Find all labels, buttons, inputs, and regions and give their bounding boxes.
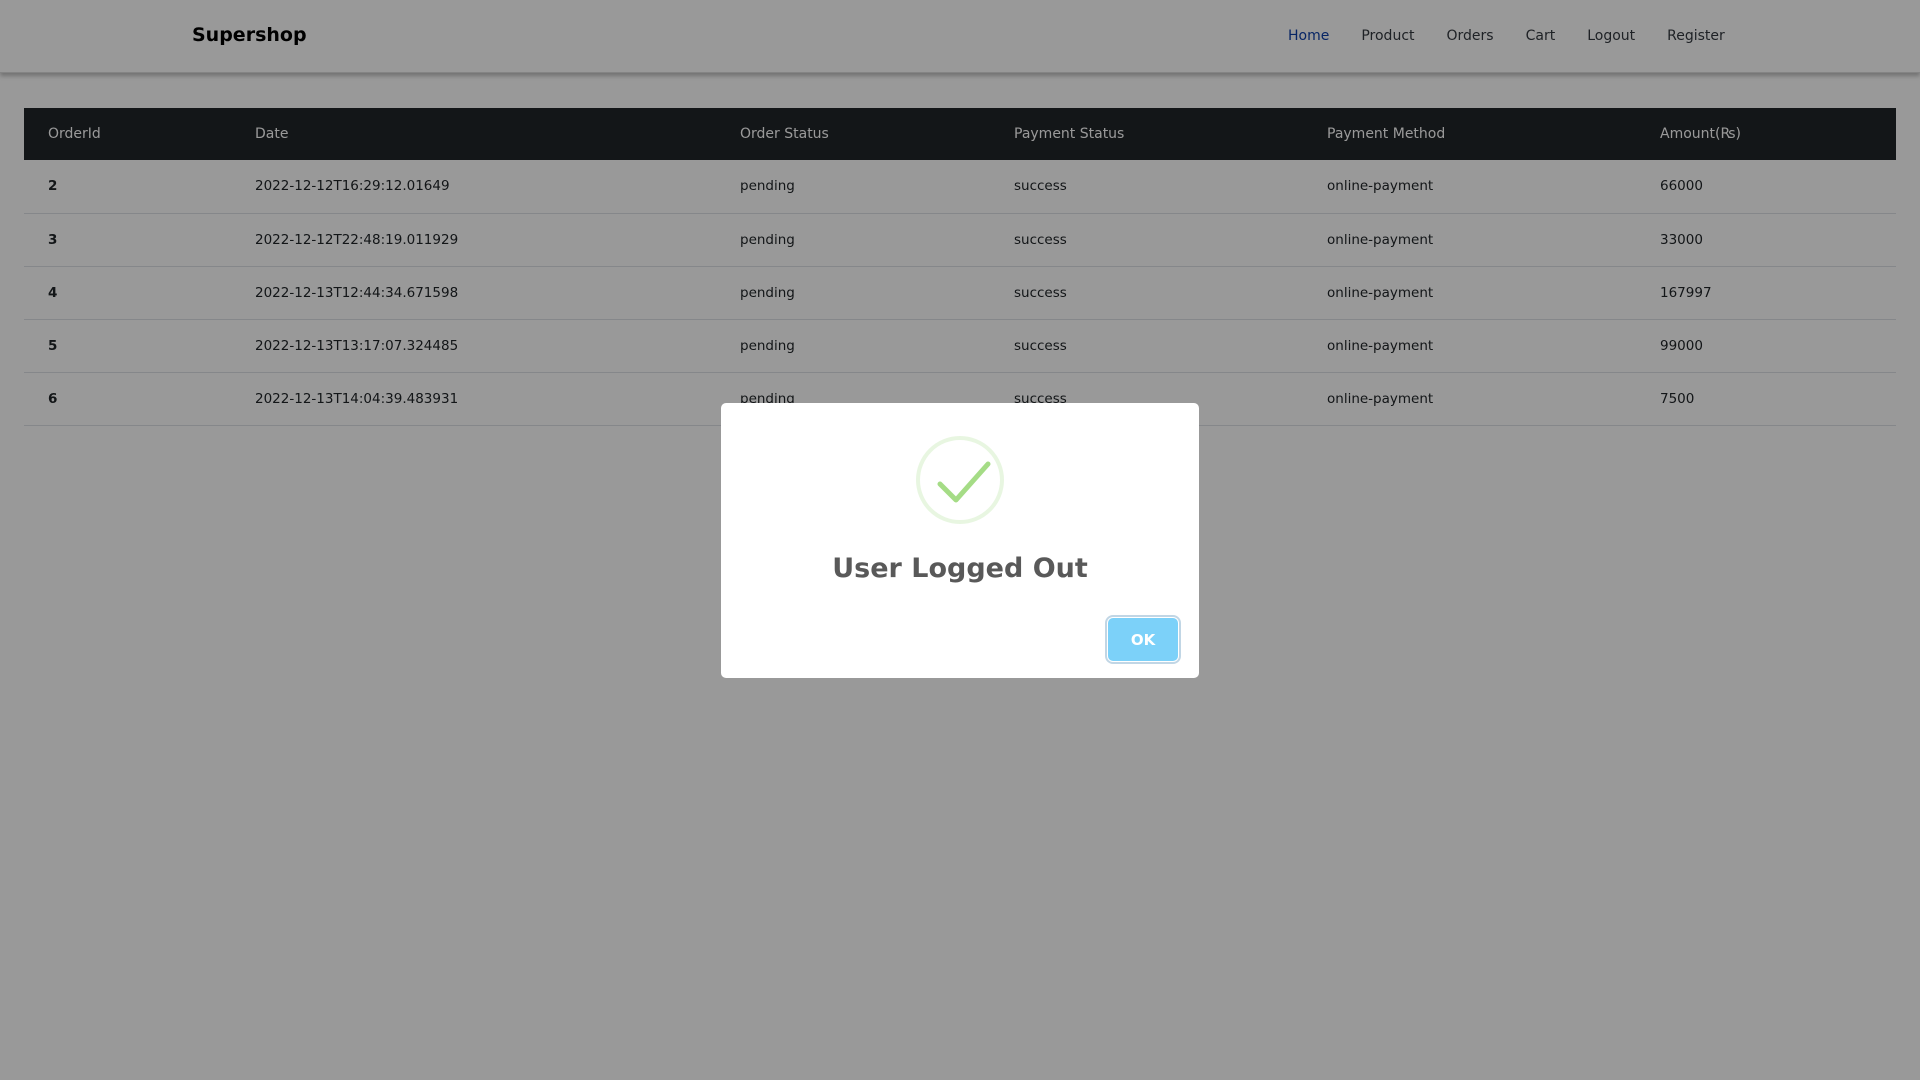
modal-title: User Logged Out (832, 553, 1088, 584)
logout-alert-modal: User Logged Out OK (721, 403, 1199, 678)
page: Supershop Home Product Orders Cart Logou… (0, 0, 1920, 1080)
ok-button[interactable]: OK (1108, 618, 1178, 661)
check-icon (916, 436, 1004, 524)
